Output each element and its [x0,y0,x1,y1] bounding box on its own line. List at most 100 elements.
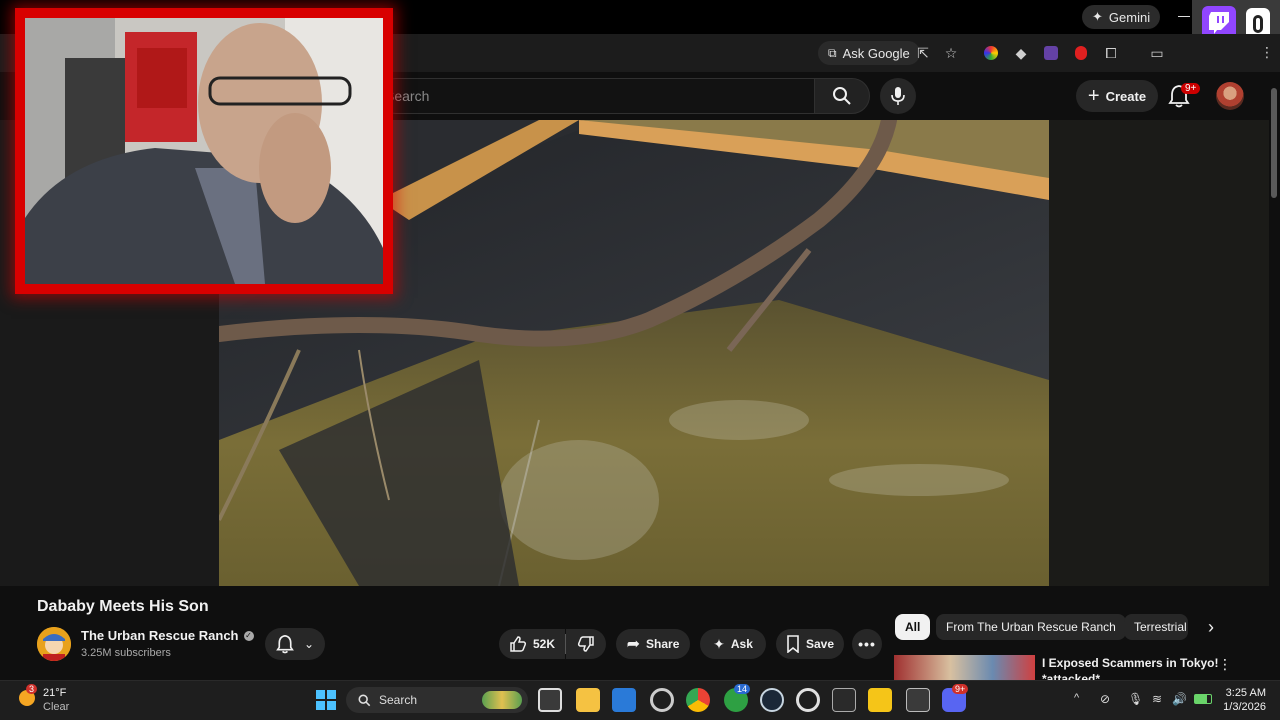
save-label: Save [805,637,835,651]
file-explorer-icon[interactable] [576,688,600,712]
verified-check-icon: ✓ [243,630,254,641]
chip-all[interactable]: All [895,614,931,640]
app-circle-icon[interactable] [796,688,820,712]
subscribed-notifications-button[interactable]: ⌄ [265,628,325,660]
obs-icon[interactable] [650,688,674,712]
share-button[interactable]: ➦ Share [616,629,690,659]
taskbar-search[interactable]: Search [346,687,528,713]
clock-date[interactable]: 1/3/2026 [1218,701,1266,713]
battery-icon[interactable] [1194,694,1212,704]
seven-zip-icon[interactable] [906,688,930,712]
red-extension-icon[interactable] [1070,42,1092,64]
thumbs-down-icon [577,636,594,652]
more-actions-button[interactable]: ••• [852,629,882,659]
taskbar-search-label: Search [379,693,418,707]
microphone-icon [891,87,905,105]
weather-badge: 3 [26,684,38,694]
gemini-button[interactable]: ✦ Gemini [1082,5,1161,29]
gemini-label: Gemini [1108,9,1151,25]
save-button[interactable]: Save [776,629,844,659]
steam-icon[interactable] [760,688,784,712]
bookmark-icon [787,635,799,653]
twitch-extension-icon[interactable] [1040,42,1062,64]
cast-icon[interactable]: ⇱ [912,42,934,64]
recommended-menu-icon[interactable]: ⋮ [1218,656,1232,673]
chrome-icon[interactable] [686,688,710,712]
wifi-icon[interactable]: ≋ [1152,692,1162,706]
bookmark-star-icon[interactable]: ☆ [940,42,962,64]
recommended-subtitle: *attacked* [1042,672,1101,680]
microsoft-store-icon[interactable] [612,688,636,712]
channel-name[interactable]: The Urban Rescue Ranch ✓ [81,628,254,643]
video-title: Dababy Meets His Son [37,598,209,615]
ask-label: Ask [730,637,753,651]
user-avatar[interactable] [1216,82,1244,110]
dislike-button[interactable] [566,629,606,659]
search-button[interactable] [814,78,870,114]
video-right-letterbox [1049,120,1269,586]
minimize-icon[interactable] [1178,16,1190,17]
taskbar-search-icon [358,694,371,706]
sparkle-ask-icon: ✦ [713,635,725,652]
sparkle-icon: ✦ [1092,9,1103,24]
rockstar-icon[interactable] [868,688,892,712]
weather-description: Clear [43,701,70,713]
extensions-puzzle-icon[interactable]: ⧠ [1100,42,1122,64]
weather-icon[interactable]: 3 [16,684,38,708]
volume-icon[interactable]: 🔊 [1172,692,1187,706]
share-label: Share [646,637,680,651]
channel-name-text: The Urban Rescue Ranch [81,628,239,643]
weather-temperature: 21°F [43,687,67,699]
recommended-title[interactable]: I Exposed Scammers in Tokyo! [1042,656,1219,670]
ask-google-button[interactable]: ⧉ Ask Google [818,41,920,65]
task-view-icon[interactable] [538,688,562,712]
clock-time[interactable]: 3:25 AM [1224,687,1266,699]
windows-taskbar [0,680,1280,720]
recommended-thumbnail[interactable] [894,655,1035,680]
chevron-down-icon: ⌄ [303,637,315,651]
search-highlight-icon [482,691,522,709]
chip-from-channel[interactable]: From The Urban Rescue Ranch [936,614,1126,640]
webcam-frame [25,18,383,284]
like-button[interactable]: 52K [499,629,565,659]
tray-microphone-icon[interactable]: 🎙 [1128,692,1143,706]
chip-all-label: All [905,620,921,634]
like-count: 52K [532,637,555,651]
tray-chevron-up-icon[interactable]: ^ [1074,692,1079,704]
channel-logo [37,627,71,661]
browser-menu-icon[interactable]: ⋮ [1260,44,1274,62]
notifications-badge: 9+ [1181,83,1201,94]
diamond-extension-icon[interactable]: ◆ [1010,42,1032,64]
subscriber-count: 3.25M subscribers [81,647,171,659]
windows-start-icon[interactable] [316,690,336,710]
search-input[interactable]: Search [378,78,814,114]
create-label: Create [1105,88,1147,104]
plus-icon: + [1087,85,1100,107]
chip-terrestrial[interactable]: Terrestrial [1124,614,1188,640]
chip-terrestrial-label: Terrestrial [1134,620,1187,634]
lens-icon: ⧉ [828,45,837,60]
epic-games-icon[interactable] [832,688,856,712]
ask-button[interactable]: ✦ Ask [700,629,766,659]
discord-icon[interactable]: 9+ [942,684,969,712]
discord-badge: 9+ [952,684,969,694]
xbox-icon[interactable]: 14 [724,684,751,712]
search-icon [833,87,851,105]
streamer-webcam [15,8,393,294]
thumbs-up-icon [510,636,527,652]
ask-google-label: Ask Google [842,45,910,61]
notifications-button[interactable]: 9+ [1168,83,1201,110]
scrollbar-thumb[interactable] [1271,88,1277,198]
network-off-icon[interactable]: ⊘ [1100,692,1110,706]
side-panel-icon[interactable]: ▭ [1146,42,1168,64]
chip-from-channel-label: From The Urban Rescue Ranch [946,620,1116,634]
voice-search-button[interactable] [880,78,916,114]
share-arrow-icon: ➦ [626,636,641,653]
xbox-badge: 14 [734,684,751,694]
bell-outline-icon [276,634,294,654]
chips-next-chevron-icon[interactable]: › [1198,614,1224,640]
create-button[interactable]: + Create [1076,80,1158,112]
color-extension-icon[interactable] [980,42,1002,64]
page-scrollbar[interactable] [1270,76,1278,680]
channel-avatar[interactable] [37,627,71,661]
